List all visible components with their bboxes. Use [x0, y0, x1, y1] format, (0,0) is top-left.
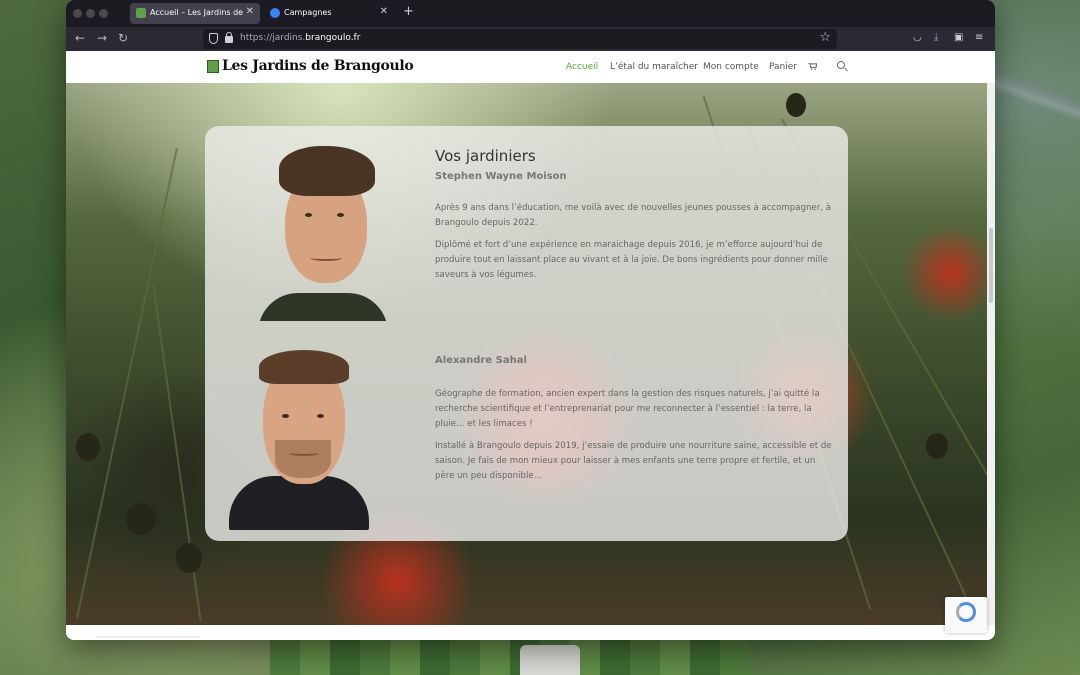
site-favicon-icon — [136, 8, 146, 18]
hero-section: Vos jardiniers Stephen Wayne Moison Aprè… — [66, 83, 987, 625]
globe-icon — [270, 8, 280, 18]
gardener-photo — [229, 348, 369, 530]
plus-icon[interactable]: + — [403, 4, 414, 19]
logo-text: Les Jardins de Brangoulo — [222, 58, 414, 74]
desktop-wallpaper-greenhouse — [520, 645, 580, 675]
close-tab-icon[interactable]: ✕ — [380, 6, 388, 17]
address-bar[interactable]: https://jardins.brangoulo.fr ☆ — [203, 29, 837, 49]
url-text: https://jardins.brangoulo.fr — [240, 33, 360, 43]
close-tab-icon[interactable]: ✕ — [246, 6, 254, 17]
section-title: Vos jardiniers — [435, 147, 536, 165]
url-prefix: https://jardins. — [240, 33, 306, 43]
download-icon[interactable]: ⤓ — [934, 32, 938, 43]
tab-accueil[interactable]: Accueil – Les Jardins de Brangoulo ✕ — [130, 3, 260, 24]
gardener-photo — [253, 143, 393, 321]
lock-icon[interactable] — [225, 32, 233, 43]
gardener-bio-paragraph: Après 9 ans dans l’éducation, me voilà a… — [435, 203, 831, 229]
reload-icon[interactable]: ↻ — [118, 31, 128, 45]
browser-window: Accueil – Les Jardins de Brangoulo ✕ Cam… — [66, 0, 995, 640]
page-footer-strip — [66, 625, 995, 640]
extensions-icon[interactable]: ▣ — [954, 32, 963, 43]
site-header: Les Jardins de Brangoulo Accueil L’étal … — [66, 51, 995, 83]
tab-title: Accueil – Les Jardins de Brangoulo — [150, 8, 245, 17]
desktop-wallpaper-field — [270, 640, 750, 675]
back-arrow-icon[interactable]: ← — [75, 31, 85, 45]
tab-bar: Accueil – Les Jardins de Brangoulo ✕ Cam… — [66, 0, 995, 27]
scrollbar-thumb[interactable] — [989, 228, 993, 303]
page-scrollbar[interactable] — [987, 83, 995, 625]
leaf-logo-icon — [207, 60, 219, 73]
menu-icon[interactable]: ≡ — [975, 32, 983, 43]
gardeners-card: Vos jardiniers Stephen Wayne Moison Aprè… — [205, 126, 848, 541]
forward-arrow-icon[interactable]: → — [97, 31, 107, 45]
shield-icon[interactable] — [209, 33, 218, 44]
pocket-icon[interactable]: ◡ — [913, 32, 922, 43]
menu-item-etal[interactable]: L’étal du maraîcher — [610, 62, 698, 72]
bookmark-star-icon[interactable]: ☆ — [819, 30, 831, 45]
gardener-name: Alexandre Sahal — [435, 355, 527, 366]
tab-campagnes[interactable]: Campagnes ✕ — [264, 3, 394, 24]
recaptcha-icon — [956, 602, 976, 622]
recaptcha-badge[interactable] — [945, 597, 987, 633]
maximize-window-button[interactable] — [99, 9, 108, 18]
gardener-name: Stephen Wayne Moison — [435, 171, 567, 182]
gardener-bio-paragraph: Installé à Brangoulo depuis 2019, j’essa… — [435, 441, 832, 482]
menu-item-mon-compte[interactable]: Mon compte — [703, 62, 759, 72]
cart-icon[interactable] — [808, 63, 817, 70]
footer-divider — [96, 636, 199, 638]
menu-item-accueil[interactable]: Accueil — [566, 62, 598, 72]
search-icon[interactable] — [837, 61, 845, 69]
minimize-window-button[interactable] — [86, 9, 95, 18]
desktop-wallpaper-road — [995, 40, 1080, 160]
gardener-bio-paragraph: Diplômé et fort d’une expérience en mara… — [435, 240, 828, 281]
menu-item-panier[interactable]: Panier — [769, 62, 797, 72]
gardener-bio-paragraph: Géographe de formation, ancien expert da… — [435, 389, 820, 430]
tab-title: Campagnes — [284, 8, 332, 17]
close-window-button[interactable] — [73, 9, 82, 18]
url-domain: brangoulo.fr — [305, 33, 361, 43]
navigation-toolbar: ← → ↻ https://jardins.brangoulo.fr ☆ ◡ ⤓… — [66, 27, 995, 51]
